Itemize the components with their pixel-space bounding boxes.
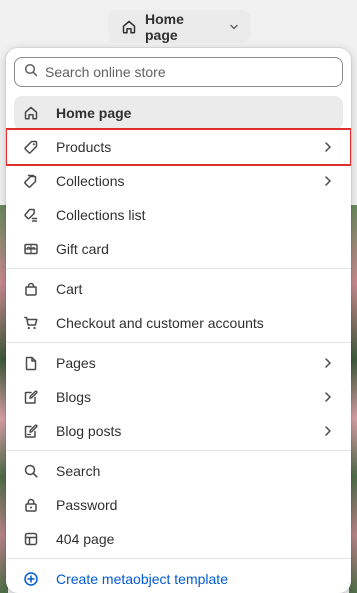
menu-item-create-metaobject-template[interactable]: Create metaobject template — [14, 562, 343, 593]
page-icon — [22, 354, 40, 372]
menu-divider — [6, 450, 351, 451]
menu-item-label: 404 page — [56, 531, 115, 547]
page-selector-button[interactable]: Home page — [108, 10, 250, 43]
menu-item-label: Password — [56, 497, 118, 513]
menu-item-pages[interactable]: Pages — [14, 346, 343, 380]
cart-bag-icon — [22, 280, 40, 298]
menu-item-search[interactable]: Search — [14, 454, 343, 488]
collection-icon — [22, 172, 40, 190]
menu-divider — [6, 342, 351, 343]
search-field[interactable] — [14, 57, 343, 87]
chevron-right-icon — [321, 174, 335, 188]
menu-item-label: Home page — [56, 105, 132, 121]
error-page-icon — [22, 530, 40, 548]
plus-circle-icon — [22, 570, 40, 588]
menu-item-products[interactable]: Products — [6, 128, 351, 166]
tag-icon — [22, 138, 40, 156]
cart-icon — [22, 314, 40, 332]
menu-divider — [6, 558, 351, 559]
menu-item-label: Checkout and customer accounts — [56, 315, 264, 331]
chevron-right-icon — [321, 140, 335, 154]
menu-item-collections[interactable]: Collections — [14, 164, 343, 198]
menu-item-label: Collections — [56, 173, 125, 189]
menu-item-label: Search — [56, 463, 101, 479]
template-dropdown-menu: Home page Products Collections Collections … — [6, 48, 351, 593]
menu-item-label: Blog posts — [56, 423, 122, 439]
home-icon — [121, 19, 137, 35]
blog-post-icon — [22, 422, 40, 440]
blog-icon — [22, 388, 40, 406]
menu-item-gift-card[interactable]: Gift card — [14, 232, 343, 266]
menu-item-blog-posts[interactable]: Blog posts — [14, 414, 343, 448]
menu-item-404-page[interactable]: 404 page — [14, 522, 343, 556]
collection-list-icon — [22, 206, 40, 224]
lock-icon — [22, 496, 40, 514]
chevron-right-icon — [321, 424, 335, 438]
gift-card-icon — [22, 240, 40, 258]
menu-divider — [6, 268, 351, 269]
chevron-down-icon — [228, 21, 240, 33]
search-icon — [22, 462, 40, 480]
menu-item-password[interactable]: Password — [14, 488, 343, 522]
menu-item-blogs[interactable]: Blogs — [14, 380, 343, 414]
menu-item-label: Pages — [56, 355, 96, 371]
menu-item-label: Products — [56, 139, 112, 155]
chevron-right-icon — [321, 356, 335, 370]
home-icon — [22, 104, 40, 122]
menu-item-collections-list[interactable]: Collections list — [14, 198, 343, 232]
menu-item-home-page[interactable]: Home page — [14, 96, 343, 130]
menu-item-cart[interactable]: Cart — [14, 272, 343, 306]
menu-item-label: Gift card — [56, 241, 109, 257]
menu-item-label: Cart — [56, 281, 83, 297]
menu-item-checkout-and-customer-accounts[interactable]: Checkout and customer accounts — [14, 306, 343, 340]
search-input[interactable] — [45, 64, 325, 80]
page-selector-label: Home page — [145, 10, 184, 43]
search-icon — [24, 63, 38, 82]
menu-item-label: Blogs — [56, 389, 92, 405]
menu-item-label: Create metaobject template — [56, 571, 228, 587]
menu-item-label: Collections list — [56, 207, 146, 223]
chevron-right-icon — [321, 390, 335, 404]
template-menu-list: Home page Products Collections Collections … — [6, 96, 351, 593]
